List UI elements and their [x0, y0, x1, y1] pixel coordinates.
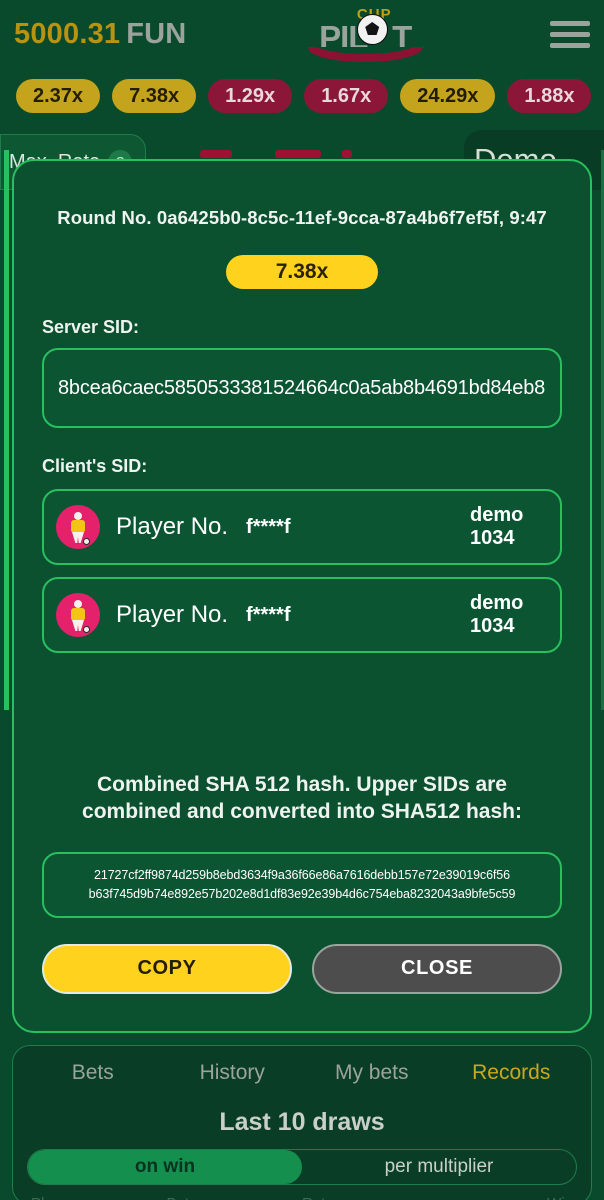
server-sid-box[interactable]: 8bcea6caec5850533381524664c0a5ab8b4691bd…	[42, 348, 562, 428]
player-avatar-icon	[56, 505, 100, 549]
bottom-panel: Bets History My bets Records Last 10 draws …	[12, 1045, 592, 1200]
server-sid-value: 8bcea6caec5850533381524664c0a5ab8b4691bd…	[58, 376, 546, 399]
server-sid-label: Server SID:	[42, 317, 140, 337]
player-id: f****f	[246, 515, 291, 538]
hash-line-1: 21727cf2ff9874d259b8ebd3634f9a36f66e86a7…	[93, 868, 511, 883]
player-row[interactable]: Player No. f****f demo 1034	[42, 577, 562, 653]
tab-records[interactable]: Records	[442, 1061, 582, 1085]
hamburger-line	[550, 20, 590, 26]
player-account: demo	[470, 504, 524, 526]
player-account: demo	[470, 592, 524, 614]
player-avatar-icon	[56, 593, 100, 637]
player-id: f****f	[246, 603, 291, 626]
table-column-header: Rate	[302, 1195, 438, 1200]
player-row[interactable]: Player No. f****f demo 1034	[42, 489, 562, 565]
balance-amount: 5000.31	[14, 17, 121, 50]
hamburger-line	[550, 42, 590, 48]
tab-history[interactable]: History	[163, 1061, 303, 1085]
multiplier-chip[interactable]: 1.88x	[507, 79, 592, 113]
balance-currency: FUN	[126, 17, 187, 50]
panel-segmented-control: on win per multiplier	[27, 1149, 577, 1185]
client-sid-label: Client's SID:	[42, 456, 148, 476]
multiplier-chip[interactable]: 1.67x	[304, 79, 389, 113]
logo-swoosh-decoration	[307, 47, 424, 62]
multiplier-chip[interactable]: 7.38x	[112, 79, 197, 113]
tab-my-bets[interactable]: My bets	[302, 1061, 442, 1085]
table-header-row: PlayerBetRateWin	[13, 1195, 591, 1200]
round-multiplier-badge: 7.38x	[226, 255, 378, 289]
combined-hash-box[interactable]: 21727cf2ff9874d259b8ebd3634f9a36f66e86a7…	[42, 851, 562, 918]
player-value: 1034	[470, 527, 515, 549]
hamburger-line	[550, 31, 590, 37]
obscured-graphic	[190, 150, 360, 158]
table-column-header: Win	[438, 1195, 573, 1200]
table-column-header: Player	[31, 1195, 167, 1200]
player-amount: demo 1034	[470, 592, 542, 638]
app-logo: CUP PILOT	[301, 4, 429, 64]
balance-display: 5000.31 FUN	[14, 18, 186, 51]
table-column-header: Bet	[167, 1195, 303, 1200]
sha-caption: Combined SHA 512 hash. Upper SIDs are co…	[82, 773, 522, 824]
segment-per-multiplier[interactable]: per multiplier	[302, 1150, 576, 1184]
hamburger-menu-icon[interactable]	[550, 20, 590, 48]
segment-on-win[interactable]: on win	[28, 1150, 302, 1184]
multiplier-history-row: 2.37x 7.38x 1.29x 1.67x 24.29x 1.88x	[0, 78, 604, 114]
multiplier-chip[interactable]: 1.29x	[208, 79, 293, 113]
left-accent-rail	[4, 150, 9, 710]
tab-bets[interactable]: Bets	[23, 1061, 163, 1085]
player-value: 1034	[470, 615, 515, 637]
top-bar: 5000.31FUN CUP PILOT	[0, 0, 604, 68]
player-title: Player No.	[116, 601, 229, 628]
soccer-ball-icon	[357, 14, 389, 45]
fairness-modal: Round No. 0a6425b0-8c5c-11ef-9cca-87a4b6…	[12, 159, 592, 1033]
player-amount: demo 1034	[470, 504, 542, 550]
multiplier-chip[interactable]: 2.37x	[16, 79, 101, 113]
round-number-text: Round No. 0a6425b0-8c5c-11ef-9cca-87a4b6…	[57, 207, 547, 228]
player-title: Player No.	[116, 513, 229, 540]
modal-actions: COPY CLOSE	[42, 943, 562, 994]
copy-button[interactable]: COPY	[42, 943, 292, 994]
panel-title: Last 10 draws	[219, 1108, 385, 1136]
client-sid-list: Player No. f****f demo 1034 Player No. f****f…	[42, 489, 562, 653]
hash-line-2: b63f745d9b74e892e57b202e8d1df83e92e39b4d…	[88, 886, 516, 901]
panel-tabs: Bets History My bets Records	[13, 1046, 591, 1100]
multiplier-chip[interactable]: 24.29x	[400, 79, 496, 113]
app-root: 5000.31FUN CUP PILOT 2.37x 7.38x 1.29x 1.67…	[0, 0, 604, 1200]
close-button[interactable]: CLOSE	[312, 943, 562, 994]
